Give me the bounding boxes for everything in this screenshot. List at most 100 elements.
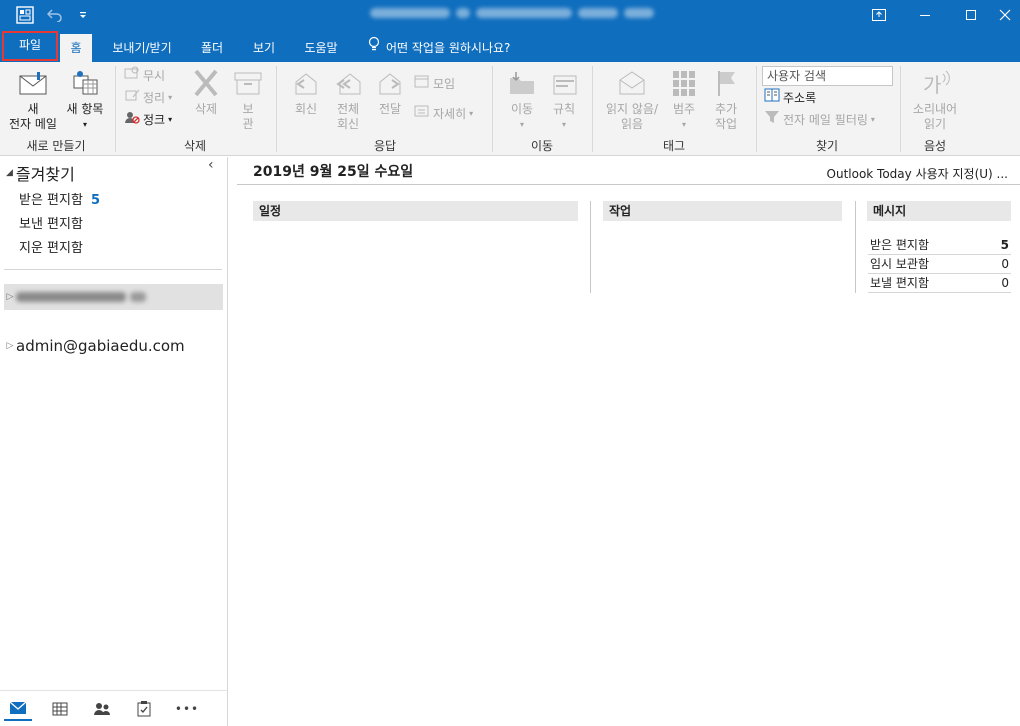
new-items-button[interactable]: 새 항목 ▾	[62, 66, 108, 132]
archive-label-1: 보	[242, 102, 254, 116]
folder-name: 받은 편지함	[19, 193, 83, 208]
people-icon[interactable]	[88, 697, 116, 721]
move-button[interactable]: 이동 ▾	[500, 66, 544, 132]
group-label-find: 찾기	[815, 139, 839, 153]
forward-button[interactable]: 전달	[370, 66, 410, 117]
qat-dropdown-icon[interactable]	[72, 5, 94, 25]
chevron-down-icon: ▾	[168, 93, 173, 102]
ignore-button[interactable]: 무시	[124, 66, 165, 86]
group-label-delete: 삭제	[183, 139, 207, 153]
outlook-app-icon[interactable]	[14, 5, 36, 25]
maximize-icon[interactable]	[948, 0, 994, 30]
favorite-folder-inbox[interactable]: 받은 편지함 5	[19, 189, 100, 208]
collapsed-triangle-icon: ▷	[6, 341, 14, 351]
rules-label: 규칙	[552, 102, 576, 116]
account-admin[interactable]: ▷ admin@gabiaedu.com	[4, 333, 223, 359]
tell-me-box[interactable]: 어떤 작업을 원하시나요?	[368, 34, 510, 62]
new-email-button[interactable]: 새 전자 메일	[6, 66, 60, 132]
junk-button[interactable]: 정크 ▾	[124, 110, 172, 130]
group-label-move: 이동	[530, 139, 554, 153]
collapsed-triangle-icon: ▷	[6, 292, 14, 302]
cleanup-button[interactable]: 정리 ▾	[124, 88, 172, 108]
rules-button[interactable]: 규칙 ▾	[544, 66, 584, 132]
tab-send-receive[interactable]: 보내기/받기	[102, 34, 182, 62]
message-row-outbox[interactable]: 보낼 편지함 0	[868, 274, 1011, 293]
ribbon-separator	[900, 66, 901, 152]
filter-email-label: 전자 메일 필터링	[783, 113, 868, 127]
more-respond-button[interactable]: 자세히 ▾	[414, 104, 473, 124]
chevron-down-icon: ▾	[681, 120, 686, 129]
customize-outlook-today-link[interactable]: Outlook Today 사용자 지정(U) ...	[827, 165, 1008, 182]
favorite-folder-deleted[interactable]: 지운 편지함	[19, 237, 83, 256]
close-icon[interactable]	[990, 0, 1020, 30]
ribbon-separator	[756, 66, 757, 152]
meeting-button[interactable]: 모임	[414, 74, 455, 94]
move-folder-icon	[506, 68, 538, 98]
tab-folder[interactable]: 폴더	[192, 34, 232, 62]
read-aloud-label-1: 소리내어	[912, 102, 958, 116]
unread-count: 5	[90, 193, 100, 208]
tab-file[interactable]: 파일	[2, 31, 58, 61]
mail-icon[interactable]	[4, 697, 32, 721]
categorize-grid-icon	[668, 68, 700, 98]
calendar-icon[interactable]	[46, 697, 74, 721]
ribbon-tabs: 파일 홈 보내기/받기 폴더 보기 도움말 어떤 작업을 원하시나요?	[0, 30, 1020, 62]
chevron-down-icon: ▾	[561, 120, 566, 129]
group-label-new: 새로 만들기	[26, 139, 86, 153]
header-rule	[237, 184, 1020, 185]
messages-section-header: 메시지	[867, 201, 1011, 221]
filter-email-button[interactable]: 전자 메일 필터링 ▾	[764, 110, 875, 130]
delete-label: 삭제	[194, 102, 218, 116]
read-aloud-label-2: 읽기	[923, 117, 947, 131]
archive-button[interactable]: 보 관	[230, 66, 266, 132]
reply-all-icon	[332, 68, 364, 98]
reply-all-button[interactable]: 전체 회신	[328, 66, 368, 132]
minimize-icon[interactable]	[902, 0, 948, 30]
unread-read-button[interactable]: 읽지 않음/ 읽음	[600, 66, 664, 132]
tasks-icon[interactable]	[130, 697, 158, 721]
delete-x-icon	[190, 68, 222, 98]
ribbon-display-options-icon[interactable]	[856, 0, 902, 30]
account-blurred[interactable]: ▷	[4, 284, 223, 310]
address-book-button[interactable]: 주소록	[764, 88, 816, 108]
categorize-button[interactable]: 범주 ▾	[664, 66, 704, 132]
new-items-icon	[69, 68, 101, 98]
follow-up-label-1: 추가	[714, 102, 738, 116]
today-date-title: 2019년 9월 25일 수요일	[253, 164, 414, 180]
group-label-tags: 태그	[662, 139, 686, 153]
more-icon[interactable]: •••	[172, 697, 202, 721]
ignore-label: 무시	[143, 69, 166, 83]
new-email-icon	[17, 68, 49, 98]
undo-icon[interactable]	[44, 5, 66, 25]
message-row-inbox[interactable]: 받은 편지함 5	[868, 236, 1011, 255]
categorize-label: 범주	[672, 102, 696, 116]
message-row-drafts[interactable]: 임시 보관함 0	[868, 255, 1011, 274]
read-aloud-icon: 가	[919, 68, 951, 98]
new-items-label: 새 항목	[66, 102, 104, 116]
favorite-folder-sent[interactable]: 보낸 편지함	[19, 213, 83, 232]
new-email-label-1: 새	[27, 102, 39, 116]
tab-home[interactable]: 홈	[60, 34, 92, 62]
title-bar	[0, 0, 1020, 30]
favorites-header[interactable]: ◢ 즐겨찾기	[6, 161, 75, 185]
ribbon: 새 전자 메일 새 항목 ▾ 새로 만들기 무시 정리 ▾ 정크 ▾ 삭제 보 …	[0, 62, 1020, 156]
tab-help[interactable]: 도움말	[294, 34, 348, 62]
collapse-pane-chevron-icon[interactable]: ‹	[208, 157, 214, 173]
message-folder-count: 5	[1000, 238, 1009, 252]
reply-button[interactable]: 회신	[286, 66, 326, 117]
lightbulb-icon	[368, 34, 380, 62]
message-folder-name: 임시 보관함	[870, 257, 930, 271]
follow-up-label-2: 작업	[714, 117, 738, 131]
delete-button[interactable]: 삭제	[186, 66, 226, 117]
group-label-respond: 응답	[373, 139, 397, 153]
chevron-down-icon: ▾	[469, 109, 474, 118]
tab-view[interactable]: 보기	[244, 34, 284, 62]
account-name: admin@gabiaedu.com	[16, 337, 185, 355]
reply-all-label-1: 전체	[336, 102, 360, 116]
search-people-input[interactable]: 사용자 검색	[762, 66, 893, 86]
ignore-icon	[124, 66, 140, 86]
archive-label-2: 관	[242, 117, 254, 131]
ribbon-separator	[115, 66, 116, 152]
read-aloud-button[interactable]: 가 소리내어 읽기	[906, 66, 964, 132]
follow-up-button[interactable]: 추가 작업	[704, 66, 748, 132]
